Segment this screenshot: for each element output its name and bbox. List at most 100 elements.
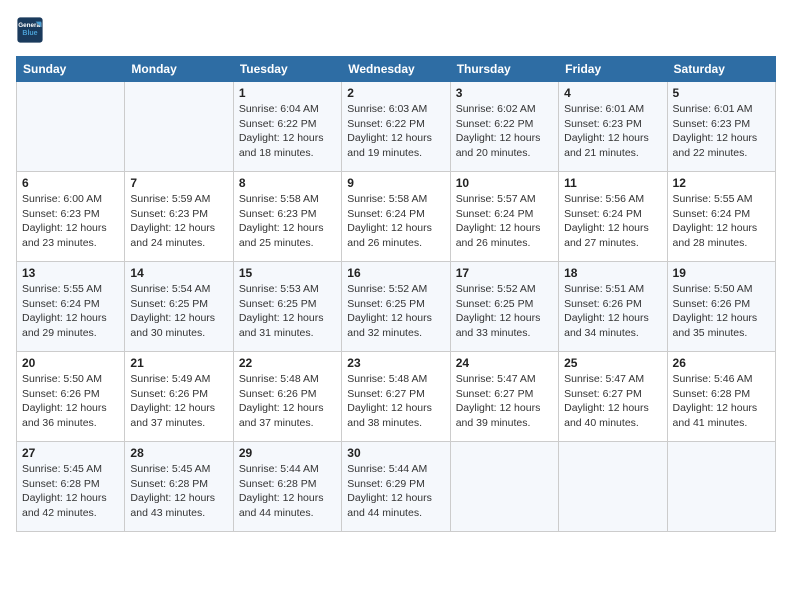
calendar-week-row: 6 Sunrise: 6:00 AM Sunset: 6:23 PM Daylig… [17,172,776,262]
day-number: 19 [673,266,770,280]
day-number: 5 [673,86,770,100]
calendar-day-cell: 9Sunrise: 5:58 AM Sunset: 6:24 PM Daylig… [342,172,450,262]
calendar-day-cell: 2 Sunrise: 6:03 AM Sunset: 6:22 PM Daylig… [342,82,450,172]
calendar-day-cell: 25 Sunrise: 5:47 AM Sunset: 6:27 PM Dayli… [559,352,667,442]
calendar-day-cell [17,82,125,172]
weekday-header: Monday [125,57,233,82]
day-number: 28 [130,446,227,460]
day-info: Sunrise: 6:01 AM Sunset: 6:23 PM Dayligh… [564,102,661,161]
day-info: Sunrise: 5:54 AM Sunset: 6:25 PM Dayligh… [130,282,227,341]
calendar-day-cell: 13 Sunrise: 5:55 AM Sunset: 6:24 PM Dayli… [17,262,125,352]
calendar-day-cell [667,442,775,532]
day-info: Sunrise: 5:52 AM Sunset: 6:25 PM Dayligh… [347,282,444,341]
day-info: Sunrise: 5:58 AM Sunset: 6:24 PM Dayligh… [347,192,444,251]
calendar-day-cell: 22Sunrise: 5:48 AM Sunset: 6:26 PM Dayli… [233,352,341,442]
day-info: Sunrise: 5:49 AM Sunset: 6:26 PM Dayligh… [130,372,227,431]
day-number: 15 [239,266,336,280]
day-info: Sunrise: 6:03 AM Sunset: 6:22 PM Dayligh… [347,102,444,161]
day-number: 17 [456,266,553,280]
weekday-header: Tuesday [233,57,341,82]
day-info: Sunrise: 5:45 AM Sunset: 6:28 PM Dayligh… [130,462,227,521]
day-info: Sunrise: 5:47 AM Sunset: 6:27 PM Dayligh… [564,372,661,431]
calendar-day-cell: 30Sunrise: 5:44 AM Sunset: 6:29 PM Dayli… [342,442,450,532]
day-number: 14 [130,266,227,280]
svg-text:Blue: Blue [22,30,37,37]
day-number: 21 [130,356,227,370]
calendar-day-cell: 7 Sunrise: 5:59 AM Sunset: 6:23 PM Daylig… [125,172,233,262]
day-info: Sunrise: 5:57 AM Sunset: 6:24 PM Dayligh… [456,192,553,251]
logo-icon: General Blue [16,16,44,44]
calendar-day-cell: 23 Sunrise: 5:48 AM Sunset: 6:27 PM Dayli… [342,352,450,442]
day-number: 1 [239,86,336,100]
day-info: Sunrise: 5:44 AM Sunset: 6:28 PM Dayligh… [239,462,336,521]
day-info: Sunrise: 5:53 AM Sunset: 6:25 PM Dayligh… [239,282,336,341]
day-info: Sunrise: 5:45 AM Sunset: 6:28 PM Dayligh… [22,462,119,521]
logo: General Blue [16,16,46,44]
calendar-week-row: 13 Sunrise: 5:55 AM Sunset: 6:24 PM Dayli… [17,262,776,352]
weekday-header: Wednesday [342,57,450,82]
calendar-week-row: 20 Sunrise: 5:50 AM Sunset: 6:26 PM Dayli… [17,352,776,442]
day-number: 13 [22,266,119,280]
calendar-day-cell: 26 Sunrise: 5:46 AM Sunset: 6:28 PM Dayli… [667,352,775,442]
day-number: 16 [347,266,444,280]
day-number: 23 [347,356,444,370]
day-number: 29 [239,446,336,460]
page-container: General Blue SundayMondayTuesdayWednesda… [0,0,792,612]
day-number: 11 [564,176,661,190]
day-info: Sunrise: 5:59 AM Sunset: 6:23 PM Dayligh… [130,192,227,251]
calendar-day-cell: 19 Sunrise: 5:50 AM Sunset: 6:26 PM Dayli… [667,262,775,352]
day-number: 2 [347,86,444,100]
day-info: Sunrise: 5:51 AM Sunset: 6:26 PM Dayligh… [564,282,661,341]
day-number: 20 [22,356,119,370]
calendar-day-cell: 17Sunrise: 5:52 AM Sunset: 6:25 PM Dayli… [450,262,558,352]
calendar-day-cell: 21 Sunrise: 5:49 AM Sunset: 6:26 PM Dayli… [125,352,233,442]
day-info: Sunrise: 6:01 AM Sunset: 6:23 PM Dayligh… [673,102,770,161]
day-number: 26 [673,356,770,370]
calendar-day-cell: 1Sunrise: 6:04 AM Sunset: 6:22 PM Daylig… [233,82,341,172]
day-info: Sunrise: 5:48 AM Sunset: 6:27 PM Dayligh… [347,372,444,431]
calendar-day-cell: 12 Sunrise: 5:55 AM Sunset: 6:24 PM Dayli… [667,172,775,262]
day-number: 7 [130,176,227,190]
weekday-header: Saturday [667,57,775,82]
calendar-day-cell: 28 Sunrise: 5:45 AM Sunset: 6:28 PM Dayli… [125,442,233,532]
calendar-day-cell [125,82,233,172]
calendar-day-cell: 10 Sunrise: 5:57 AM Sunset: 6:24 PM Dayli… [450,172,558,262]
calendar-header: SundayMondayTuesdayWednesdayThursdayFrid… [17,57,776,82]
day-info: Sunrise: 5:58 AM Sunset: 6:23 PM Dayligh… [239,192,336,251]
calendar-day-cell: 29 Sunrise: 5:44 AM Sunset: 6:28 PM Dayli… [233,442,341,532]
day-info: Sunrise: 6:02 AM Sunset: 6:22 PM Dayligh… [456,102,553,161]
calendar-day-cell: 11Sunrise: 5:56 AM Sunset: 6:24 PM Dayli… [559,172,667,262]
day-number: 4 [564,86,661,100]
day-info: Sunrise: 5:46 AM Sunset: 6:28 PM Dayligh… [673,372,770,431]
calendar-day-cell: 24 Sunrise: 5:47 AM Sunset: 6:27 PM Dayli… [450,352,558,442]
day-info: Sunrise: 5:55 AM Sunset: 6:24 PM Dayligh… [22,282,119,341]
day-info: Sunrise: 5:47 AM Sunset: 6:27 PM Dayligh… [456,372,553,431]
day-number: 18 [564,266,661,280]
weekday-header: Thursday [450,57,558,82]
calendar-day-cell [450,442,558,532]
calendar-day-cell: 6 Sunrise: 6:00 AM Sunset: 6:23 PM Daylig… [17,172,125,262]
day-number: 10 [456,176,553,190]
day-info: Sunrise: 6:00 AM Sunset: 6:23 PM Dayligh… [22,192,119,251]
day-info: Sunrise: 5:55 AM Sunset: 6:24 PM Dayligh… [673,192,770,251]
day-number: 12 [673,176,770,190]
day-number: 3 [456,86,553,100]
day-number: 6 [22,176,119,190]
calendar-day-cell: 8 Sunrise: 5:58 AM Sunset: 6:23 PM Daylig… [233,172,341,262]
day-number: 8 [239,176,336,190]
day-info: Sunrise: 5:44 AM Sunset: 6:29 PM Dayligh… [347,462,444,521]
calendar-day-cell: 5 Sunrise: 6:01 AM Sunset: 6:23 PM Daylig… [667,82,775,172]
day-number: 25 [564,356,661,370]
day-info: Sunrise: 5:50 AM Sunset: 6:26 PM Dayligh… [22,372,119,431]
day-info: Sunrise: 5:48 AM Sunset: 6:26 PM Dayligh… [239,372,336,431]
calendar-week-row: 27 Sunrise: 5:45 AM Sunset: 6:28 PM Dayli… [17,442,776,532]
day-number: 24 [456,356,553,370]
calendar-table: SundayMondayTuesdayWednesdayThursdayFrid… [16,56,776,532]
calendar-day-cell: 16 Sunrise: 5:52 AM Sunset: 6:25 PM Dayli… [342,262,450,352]
day-number: 27 [22,446,119,460]
calendar-day-cell: 20 Sunrise: 5:50 AM Sunset: 6:26 PM Dayli… [17,352,125,442]
day-info: Sunrise: 5:50 AM Sunset: 6:26 PM Dayligh… [673,282,770,341]
calendar-day-cell: 4 Sunrise: 6:01 AM Sunset: 6:23 PM Daylig… [559,82,667,172]
calendar-day-cell: 27 Sunrise: 5:45 AM Sunset: 6:28 PM Dayli… [17,442,125,532]
calendar-week-row: 1Sunrise: 6:04 AM Sunset: 6:22 PM Daylig… [17,82,776,172]
